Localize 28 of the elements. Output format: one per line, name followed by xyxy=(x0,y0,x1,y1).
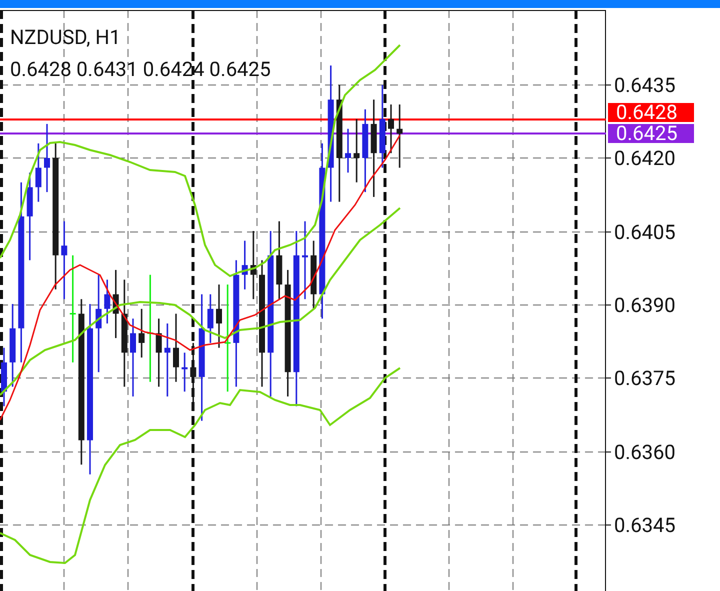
symbol-title: NZDUSD, H1 xyxy=(10,25,121,49)
candle xyxy=(173,314,179,382)
price-tag: 0.6428 xyxy=(608,103,694,122)
candle xyxy=(310,240,317,309)
candle xyxy=(345,128,351,173)
candle xyxy=(354,119,360,182)
price-axis-label: 0.6375 xyxy=(614,366,676,390)
price-tag: 0.6425 xyxy=(608,124,694,143)
price-axis-label: 0.6345 xyxy=(614,513,676,537)
ohlc-values: 0.6428 0.6431 0.6424 0.6425 xyxy=(10,57,271,81)
candle xyxy=(250,231,256,300)
candle xyxy=(138,308,145,358)
price-axis-label: 0.6360 xyxy=(614,440,676,464)
candle xyxy=(112,270,119,338)
candle xyxy=(1,348,7,406)
candle xyxy=(396,104,403,168)
candle xyxy=(216,284,222,348)
price-axis-label: 0.6435 xyxy=(614,73,676,97)
candle xyxy=(182,352,188,392)
candle xyxy=(242,240,248,290)
candle xyxy=(35,143,42,202)
price-axis-label: 0.6405 xyxy=(614,220,676,244)
candle xyxy=(156,318,162,387)
candle xyxy=(44,124,50,192)
price-axis-label: 0.6390 xyxy=(614,293,676,317)
candle xyxy=(207,294,214,343)
candle xyxy=(104,280,110,324)
price-axis-label: 0.6420 xyxy=(614,146,676,170)
